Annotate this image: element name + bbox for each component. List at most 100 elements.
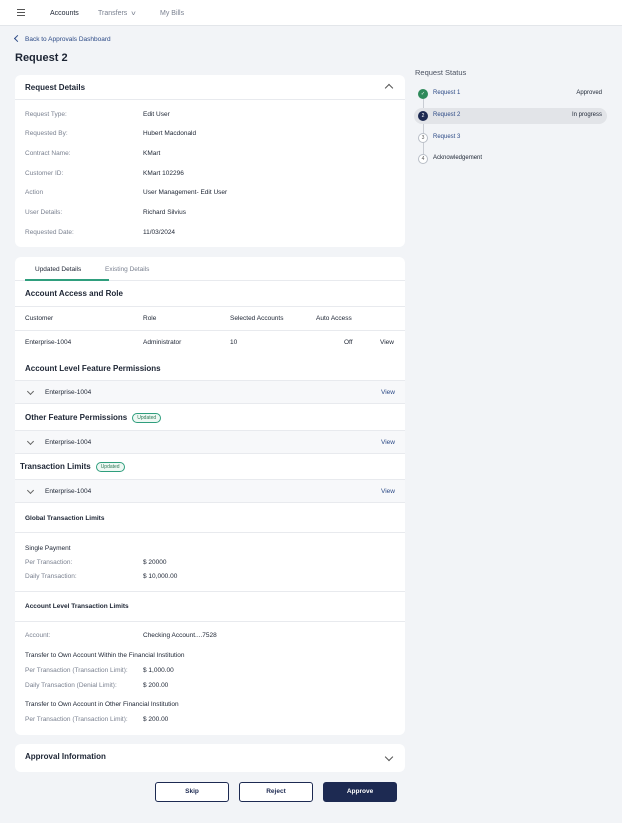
- updated-badge: Updated: [95, 462, 125, 472]
- transaction-limits-label: Transaction Limits: [20, 462, 91, 472]
- single-payment-label: Single Payment: [25, 545, 71, 552]
- skip-button[interactable]: Skip: [155, 782, 229, 802]
- limit-value: $ 200.00: [143, 716, 169, 723]
- enterprise-label: Enterprise-1004: [45, 488, 92, 495]
- chevron-down-icon[interactable]: [26, 387, 35, 396]
- limit-label: Per Transaction:: [25, 559, 73, 566]
- column-header: Selected Accounts: [230, 315, 284, 322]
- enterprise-label: Enterprise-1004: [45, 389, 92, 396]
- account-label: Account:: [25, 632, 51, 639]
- view-link[interactable]: View: [380, 339, 394, 346]
- detail-label: Requested Date:: [25, 229, 74, 236]
- column-header: Customer: [25, 315, 54, 322]
- detail-label: Customer ID:: [25, 170, 64, 177]
- nav-accounts[interactable]: Accounts: [50, 0, 79, 26]
- chevron-down-icon: v: [131, 11, 136, 17]
- details-card: Updated Details Existing Details Account…: [15, 257, 405, 735]
- limit-label: Daily Transaction:: [25, 573, 77, 580]
- auto-access-cell: Off: [344, 339, 353, 346]
- chevron-down-icon[interactable]: [26, 437, 35, 446]
- own-within-label: Transfer to Own Account Within the Finan…: [25, 652, 185, 659]
- global-limits-title: Global Transaction Limits: [25, 515, 105, 522]
- step-status: Approved: [576, 90, 602, 96]
- column-header: Role: [143, 315, 157, 322]
- detail-label: User Details:: [25, 209, 63, 216]
- view-link[interactable]: View: [381, 488, 395, 495]
- nav-transfers[interactable]: Transfers v: [98, 0, 136, 26]
- tab-updated-details[interactable]: Updated Details: [35, 266, 81, 273]
- step-label[interactable]: Request 1: [433, 90, 460, 96]
- detail-value: User Management- Edit User: [143, 189, 228, 196]
- status-step[interactable]: 2 Request 2 In progress: [414, 108, 607, 124]
- access-role-title: Account Access and Role: [25, 289, 123, 298]
- detail-value: Hubert Macdonald: [143, 130, 197, 137]
- back-link[interactable]: Back to Approvals Dashboard: [13, 34, 111, 43]
- step-label: Acknowledgement: [433, 155, 483, 161]
- own-other-label: Transfer to Own Account in Other Financi…: [25, 701, 179, 708]
- step-label[interactable]: Request 2: [433, 112, 460, 118]
- divider: [15, 591, 405, 592]
- page-title: Request 2: [15, 52, 68, 64]
- request-status-title: Request Status: [415, 68, 467, 77]
- step-number: 3: [418, 133, 428, 143]
- check-icon: ✓: [418, 89, 428, 99]
- other-feature-label: Other Feature Permissions: [25, 413, 128, 423]
- enterprise-label: Enterprise-1004: [45, 439, 92, 446]
- view-link[interactable]: View: [381, 389, 395, 396]
- step-status: In progress: [571, 112, 602, 118]
- detail-label: Requested By:: [25, 130, 68, 137]
- limit-value: $ 10,000.00: [143, 573, 178, 580]
- chevron-down-icon[interactable]: [384, 752, 394, 762]
- nav-my-bills[interactable]: My Bills: [160, 0, 184, 26]
- chevron-left-icon: [13, 34, 22, 43]
- request-details-title: Request Details: [15, 75, 405, 100]
- limit-label: Daily Transaction (Denial Limit):: [25, 682, 117, 689]
- enterprise-row[interactable]: Enterprise-1004 View: [15, 380, 405, 404]
- chevron-down-icon[interactable]: [26, 486, 35, 495]
- view-link[interactable]: View: [381, 439, 395, 446]
- detail-label: Request Type:: [25, 111, 67, 118]
- customer-cell: Enterprise-1004: [25, 339, 72, 346]
- menu-icon[interactable]: [17, 9, 25, 18]
- status-step[interactable]: ✓ Request 1 Approved: [414, 86, 607, 102]
- active-tab-indicator: [25, 279, 109, 281]
- detail-value: KMart: [143, 150, 161, 157]
- reject-button[interactable]: Reject: [239, 782, 313, 802]
- enterprise-row[interactable]: Enterprise-1004 View: [15, 479, 405, 503]
- request-details-card: Request Details Request Type: Edit User R…: [15, 75, 405, 247]
- account-value: Checking Account....7528: [143, 632, 217, 639]
- limit-value: $ 20000: [143, 559, 167, 566]
- approval-info-card[interactable]: Approval Information: [15, 744, 405, 772]
- updated-badge: Updated: [132, 413, 162, 423]
- step-number: 4: [418, 154, 428, 164]
- approve-button[interactable]: Approve: [323, 782, 397, 802]
- divider: [15, 532, 405, 533]
- enterprise-row[interactable]: Enterprise-1004 View: [15, 430, 405, 454]
- limit-label: Per Transaction (Transaction Limit):: [25, 716, 128, 723]
- limit-value: $ 200.00: [143, 682, 169, 689]
- selected-accounts-cell: 10: [230, 339, 238, 346]
- detail-value: Richard Silvius: [143, 209, 186, 216]
- detail-value: KMart 102296: [143, 170, 184, 177]
- tab-existing-details[interactable]: Existing Details: [105, 266, 149, 273]
- top-nav-bar: Accounts Transfers v My Bills: [0, 0, 622, 26]
- role-cell: Administrator: [143, 339, 182, 346]
- detail-label: Action: [25, 189, 44, 196]
- status-step: 4 Acknowledgement: [414, 151, 607, 167]
- transaction-limits-title: Transaction Limits Updated: [20, 462, 125, 472]
- limit-value: $ 1,000.00: [143, 667, 174, 674]
- other-feature-title: Other Feature Permissions Updated: [25, 413, 162, 423]
- back-link-label: Back to Approvals Dashboard: [25, 36, 111, 43]
- detail-value: 11/03/2024: [143, 229, 176, 236]
- account-limits-title: Account Level Transaction Limits: [25, 603, 129, 610]
- divider: [15, 330, 405, 331]
- limit-label: Per Transaction (Transaction Limit):: [25, 667, 128, 674]
- column-header: Auto Access: [316, 315, 352, 322]
- detail-label: Contract Name:: [25, 150, 71, 157]
- step-label[interactable]: Request 3: [433, 134, 460, 140]
- step-number: 2: [418, 111, 428, 121]
- status-step[interactable]: 3 Request 3: [414, 130, 607, 146]
- divider: [15, 621, 405, 622]
- divider: [15, 306, 405, 307]
- detail-value: Edit User: [143, 111, 170, 118]
